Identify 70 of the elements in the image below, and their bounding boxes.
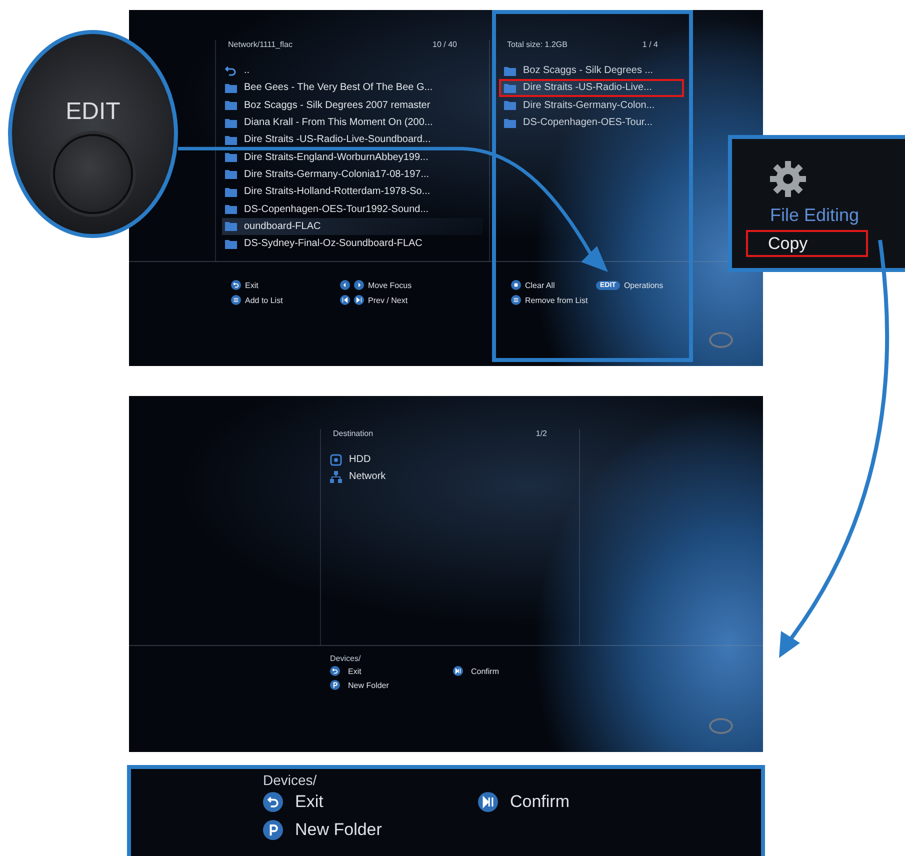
- total-size: Total size: 1.2GB: [507, 40, 568, 49]
- file-list-item[interactable]: Diana Krall - From This Moment On (200...: [222, 114, 483, 132]
- menu-title: File Editing: [770, 205, 860, 226]
- play-pause-icon: [453, 666, 463, 676]
- play-pause-icon: [478, 792, 498, 812]
- list-icon: [231, 295, 241, 305]
- copy-list-item[interactable]: Dire Straits-Germany-Colon...: [499, 96, 684, 114]
- file-list-item[interactable]: DS-Sydney-Final-Oz-Soundboard-FLAC: [222, 234, 483, 252]
- network-icon: [330, 470, 342, 483]
- stop-icon: [511, 280, 521, 290]
- folder-icon: [225, 204, 237, 214]
- hint-label: Confirm: [471, 666, 500, 676]
- edit-key-label: EDIT: [66, 98, 120, 126]
- back-arrow-icon: [330, 666, 340, 676]
- folder-path: Network/1111_flac: [228, 40, 292, 49]
- previous-icon: [340, 295, 350, 305]
- hint-label: Confirm: [510, 792, 570, 812]
- device-path: Devices/: [330, 654, 362, 663]
- file-list-item[interactable]: Dire Straits-England-WorburnAbbey199...: [222, 148, 483, 166]
- hint-label: Exit: [245, 280, 258, 290]
- folder-icon: [225, 118, 237, 128]
- screen-title: Destination: [333, 429, 374, 438]
- logo-icon: [709, 718, 733, 734]
- folder-icon: [225, 100, 237, 110]
- folder-icon: [225, 134, 237, 145]
- list-icon: [511, 295, 521, 305]
- file-list-item[interactable]: Boz Scaggs - Silk Degrees 2007 remaster: [222, 96, 483, 114]
- hint-label: Remove from List: [525, 296, 588, 304]
- file-list-item[interactable]: Bee Gees - The Very Best Of The Bee G...: [222, 79, 483, 97]
- folder-icon: [504, 118, 516, 128]
- hint-label: New Folder: [295, 820, 382, 840]
- back-arrow-icon: [225, 66, 237, 76]
- copy-list-item[interactable]: Boz Scaggs - Silk Degrees ...: [499, 62, 684, 80]
- item-count: 1/2: [536, 429, 547, 438]
- file-list-item[interactable]: DS-Copenhagen-OES-Tour1992-Sound...: [222, 200, 483, 218]
- item-count: 1 / 4: [642, 40, 658, 49]
- folder-icon: [504, 100, 516, 110]
- file-list-item[interactable]: Dire Straits-Holland-Rotterdam-1978-So...: [222, 183, 483, 200]
- device-item[interactable]: HDD: [327, 451, 573, 468]
- hint-label: Exit: [348, 666, 362, 676]
- copy-list-item[interactable]: DS-Copenhagen-OES-Tour...: [499, 114, 684, 132]
- logo-icon: [709, 332, 733, 348]
- file-list-item[interactable]: oundboard-FLAC: [222, 218, 483, 235]
- folder-icon: [504, 82, 516, 93]
- folder-icon: [225, 82, 237, 93]
- menu-item[interactable]: Copy: [746, 230, 868, 257]
- file-list-item[interactable]: ..: [222, 62, 483, 80]
- back-arrow-icon: [231, 280, 241, 290]
- hard-drive-icon: [330, 454, 342, 466]
- folder-icon: [225, 186, 237, 197]
- file-list-item[interactable]: Dire Straits-Germany-Colonia17-08-197...: [222, 166, 483, 184]
- hint-label: Add to List: [245, 296, 283, 304]
- hint-label: Prev / Next: [368, 296, 408, 304]
- hint-label: Exit: [295, 792, 324, 812]
- hint-label: Operations: [624, 280, 664, 290]
- device-path: Devices/: [263, 772, 318, 788]
- next-icon: [354, 295, 364, 305]
- folder-icon: [225, 152, 237, 162]
- folder-icon: [225, 169, 237, 180]
- file-list-item[interactable]: Dire Straits -US-Radio-Live-Soundboard...: [222, 131, 483, 148]
- hint-label: New Folder: [348, 680, 389, 690]
- folder-icon: [225, 238, 237, 249]
- hint-label: Move Focus: [368, 280, 412, 290]
- hint-label: Clear All: [525, 280, 555, 290]
- copy-list-item[interactable]: Dire Straits -US-Radio-Live...: [499, 79, 684, 97]
- device-item[interactable]: Network: [327, 468, 573, 486]
- folder-icon: [504, 66, 516, 76]
- folder-icon: [225, 221, 237, 232]
- gear-icon: [770, 161, 806, 197]
- item-count: 10 / 40: [432, 40, 457, 49]
